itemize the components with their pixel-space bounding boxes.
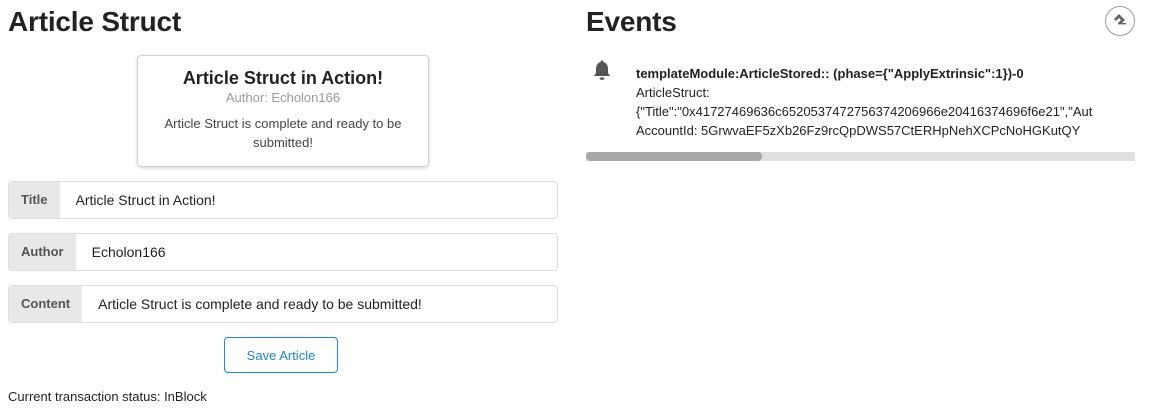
bell-icon: [592, 60, 614, 82]
article-section-title: Article Struct: [8, 6, 182, 37]
transaction-status: Current transaction status: InBlock: [8, 389, 207, 404]
article-preview-card: Article Struct in Action! Author: Echolo…: [137, 55, 429, 167]
title-field: Title: [8, 181, 558, 219]
event-struct-label: ArticleStruct:: [636, 85, 710, 100]
card-description: Article Struct is complete and ready to …: [164, 116, 402, 150]
content-field: Content: [8, 285, 558, 323]
event-summary: templateModule:ArticleStored:: (phase={"…: [636, 66, 1024, 81]
author-input[interactable]: [75, 234, 557, 270]
author-field-label: Author: [9, 234, 76, 270]
content-input[interactable]: [82, 286, 557, 322]
event-item: templateModule:ArticleStored:: (phase={"…: [636, 64, 1135, 140]
author-field: Author: [8, 233, 558, 271]
scrollbar-thumb[interactable]: [586, 152, 762, 161]
save-article-button[interactable]: Save Article: [224, 337, 338, 373]
events-section-title: Events: [586, 6, 677, 37]
title-field-label: Title: [9, 182, 60, 218]
content-field-label: Content: [9, 286, 83, 322]
eraser-icon: [1113, 12, 1127, 30]
event-account-id: AccountId: 5GrwvaEF5zXb26Fz9rcQpDWS57CtE…: [636, 123, 1081, 138]
card-header: Article Struct in Action!: [182, 68, 384, 88]
events-feed[interactable]: templateModule:ArticleStored:: (phase={"…: [586, 60, 1135, 162]
event-struct-json: {"Title":"0x41727469636c6520537472756374…: [636, 104, 1093, 119]
card-author-meta: Author: Echolon166: [225, 90, 341, 105]
clear-events-button[interactable]: [1105, 6, 1135, 36]
horizontal-scrollbar[interactable]: [586, 152, 1135, 161]
title-input[interactable]: [59, 182, 557, 218]
